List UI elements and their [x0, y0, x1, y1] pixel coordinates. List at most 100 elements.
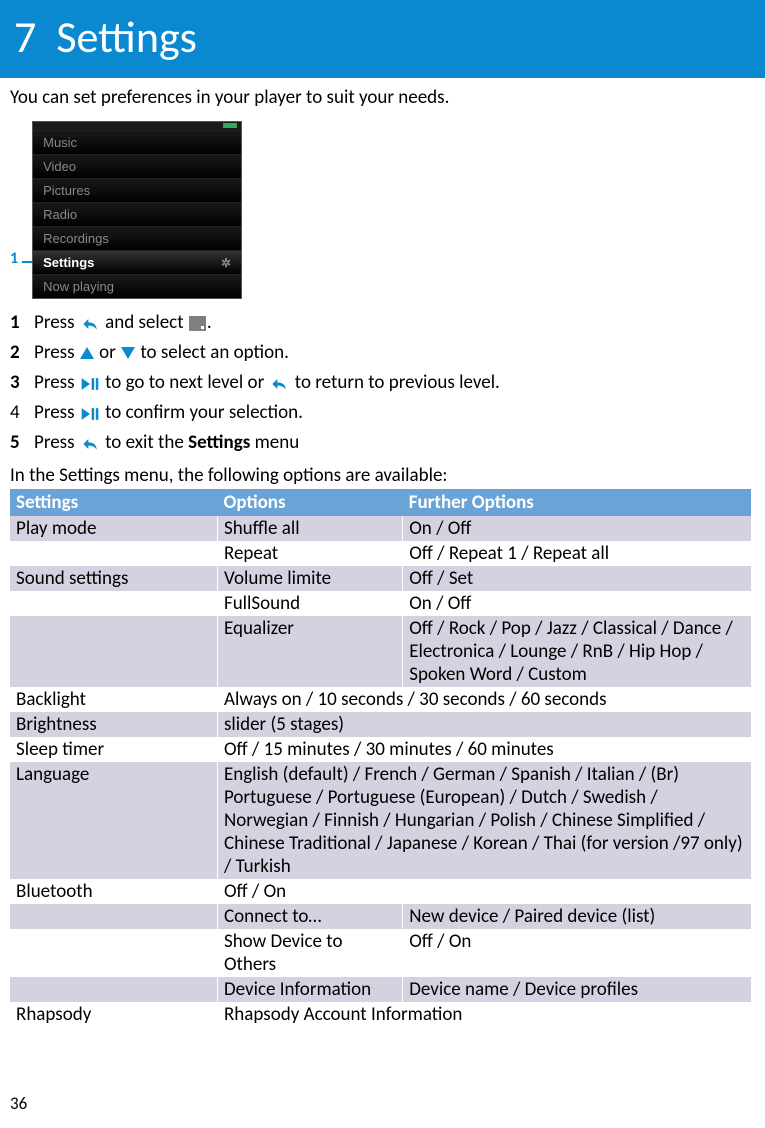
settings-table: Settings Options Further Options Play mo…	[10, 489, 751, 1027]
cell-option: Connect to…	[217, 904, 402, 929]
cell-option: Off / On	[217, 879, 751, 904]
gear-icon: ✲	[221, 256, 231, 270]
device-statusbar	[33, 122, 241, 130]
cell-setting	[10, 616, 217, 687]
step-body: Press and select .	[34, 311, 751, 334]
step-body: Press to exit the Settings menu	[34, 431, 751, 454]
triangle-down-icon	[121, 347, 135, 359]
cell-option: Rhapsody Account Information	[217, 1002, 751, 1027]
chapter-title: Settings	[56, 10, 197, 64]
step-number: 3	[10, 371, 34, 394]
cell-option: Volume limite	[217, 566, 402, 591]
device-menu-list: MusicVideoPicturesRadioRecordingsSetting…	[33, 130, 241, 298]
play-pause-icon	[80, 405, 100, 421]
cell-option: English (default) / French / German / Sp…	[217, 762, 751, 879]
cell-setting	[10, 929, 217, 977]
table-row: BluetoothOff / On	[10, 879, 751, 904]
cell-setting	[10, 591, 217, 616]
cell-setting: Rhapsody	[10, 1002, 217, 1027]
chapter-banner: 7 Settings	[0, 0, 765, 78]
table-row: BacklightAlways on / 10 seconds / 30 sec…	[10, 687, 751, 712]
battery-icon	[223, 123, 237, 128]
cell-further: Off / Set	[403, 566, 751, 591]
step-body: Press to go to next level or to return t…	[34, 371, 751, 394]
cell-option: Off / 15 minutes / 30 minutes / 60 minut…	[217, 737, 751, 762]
device-menu-item: Recordings	[33, 226, 241, 250]
step: 4Press to confirm your selection.	[10, 401, 751, 424]
intro-text: You can set preferences in your player t…	[10, 86, 751, 109]
cell-option: Show Device to Others	[217, 929, 402, 977]
cell-setting	[10, 541, 217, 566]
cell-option: slider (5 stages)	[217, 712, 751, 737]
table-row: Device InformationDevice name / Device p…	[10, 977, 751, 1002]
chapter-number: 7	[14, 10, 36, 64]
device-frame: MusicVideoPicturesRadioRecordingsSetting…	[32, 121, 242, 299]
step-number: 5	[10, 431, 34, 454]
cell-setting	[10, 904, 217, 929]
cell-further: Off / Repeat 1 / Repeat all	[403, 541, 751, 566]
triangle-up-icon	[80, 347, 94, 359]
th-further: Further Options	[403, 489, 751, 516]
cell-further: On / Off	[403, 591, 751, 616]
cell-further: Off / On	[403, 929, 751, 977]
cell-option: FullSound	[217, 591, 402, 616]
device-menu-item: Now playing	[33, 274, 241, 298]
cell-setting: Brightness	[10, 712, 217, 737]
cell-setting	[10, 977, 217, 1002]
step: 3Press to go to next level or to return …	[10, 371, 751, 394]
play-pause-icon	[80, 375, 100, 391]
table-row: Sound settingsVolume limiteOff / Set	[10, 566, 751, 591]
cell-setting: Backlight	[10, 687, 217, 712]
th-settings: Settings	[10, 489, 217, 516]
device-menu-item-settings: Settings✲	[33, 250, 241, 274]
cell-option: Device Information	[217, 977, 402, 1002]
step-number: 2	[10, 341, 34, 364]
table-row: RepeatOff / Repeat 1 / Repeat all	[10, 541, 751, 566]
th-options: Options	[217, 489, 402, 516]
cell-further: On / Off	[403, 516, 751, 541]
cell-setting: Sound settings	[10, 566, 217, 591]
table-row: Play modeShuffle allOn / Off	[10, 516, 751, 541]
cell-setting: Sleep timer	[10, 737, 217, 762]
device-menu-item: Music	[33, 130, 241, 154]
cell-option: Repeat	[217, 541, 402, 566]
table-row: Connect to…New device / Paired device (l…	[10, 904, 751, 929]
back-icon	[80, 315, 100, 331]
settings-tile-icon	[189, 316, 206, 331]
table-row: FullSoundOn / Off	[10, 591, 751, 616]
cell-option: Shuffle all	[217, 516, 402, 541]
table-row: EqualizerOff / Rock / Pop / Jazz / Class…	[10, 616, 751, 687]
step-number: 4	[10, 401, 34, 424]
table-row: Show Device to OthersOff / On	[10, 929, 751, 977]
cell-option: Always on / 10 seconds / 30 seconds / 60…	[217, 687, 751, 712]
device-menu-item: Pictures	[33, 178, 241, 202]
callout-number: 1	[10, 249, 18, 268]
step: 5Press to exit the Settings menu	[10, 431, 751, 454]
device-menu-item: Video	[33, 154, 241, 178]
device-menu-item: Radio	[33, 202, 241, 226]
step-number: 1	[10, 311, 34, 334]
cell-setting: Language	[10, 762, 217, 879]
cell-further: New device / Paired device (list)	[403, 904, 751, 929]
table-row: Sleep timerOff / 15 minutes / 30 minutes…	[10, 737, 751, 762]
cell-setting: Bluetooth	[10, 879, 217, 904]
table-row: Brightnessslider (5 stages)	[10, 712, 751, 737]
table-row: LanguageEnglish (default) / French / Ger…	[10, 762, 751, 879]
cell-further: Off / Rock / Pop / Jazz / Classical / Da…	[403, 616, 751, 687]
step-body: Press to confirm your selection.	[34, 401, 751, 424]
step: 1Press and select .	[10, 311, 751, 334]
cell-setting: Play mode	[10, 516, 217, 541]
back-icon	[80, 435, 100, 451]
device-screenshot: 1 MusicVideoPicturesRadioRecordingsSetti…	[10, 121, 751, 299]
cell-further: Device name / Device profiles	[403, 977, 751, 1002]
back-icon	[269, 375, 289, 391]
steps-list: 1Press and select .2Press or to select a…	[10, 311, 751, 454]
table-row: RhapsodyRhapsody Account Information	[10, 1002, 751, 1027]
step: 2Press or to select an option.	[10, 341, 751, 364]
cell-option: Equalizer	[217, 616, 402, 687]
table-intro: In the Settings menu, the following opti…	[10, 464, 751, 487]
callout-line	[22, 261, 32, 263]
page-number: 36	[10, 1093, 765, 1114]
bold-text: Settings	[188, 431, 250, 454]
step-body: Press or to select an option.	[34, 341, 751, 364]
